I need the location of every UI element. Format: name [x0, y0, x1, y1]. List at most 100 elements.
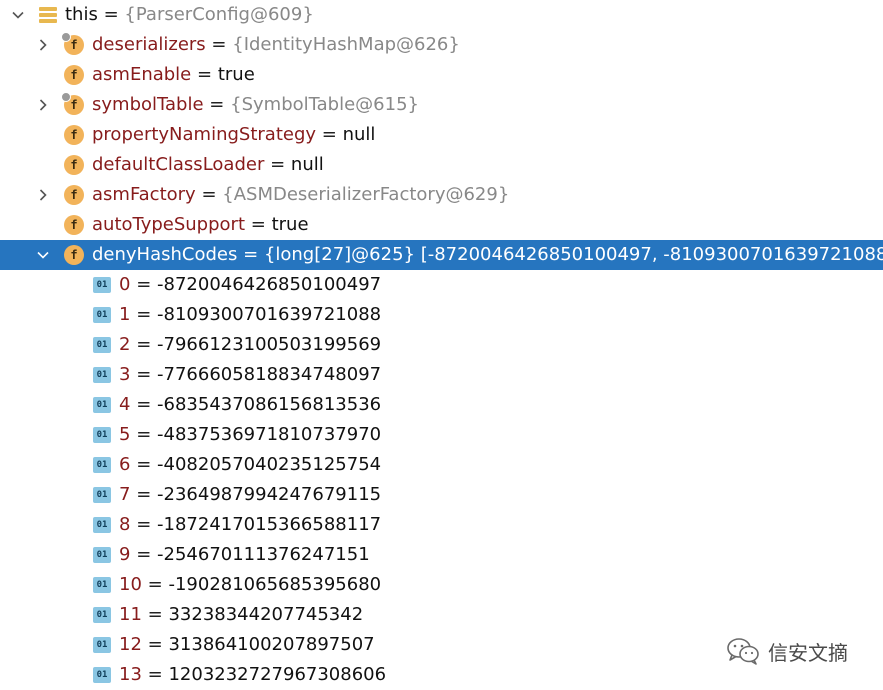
element-value: -8720046426850100497 [157, 274, 382, 295]
element-index: 3 [119, 364, 131, 385]
chevron-right-icon[interactable] [34, 180, 52, 210]
tree-row-root[interactable]: this = {ParserConfig@609} [0, 0, 883, 30]
field-value: true [217, 64, 255, 85]
primitive-icon: 01 [93, 517, 111, 533]
field-value: true [271, 214, 309, 235]
field-label: deserializers = {IdentityHashMap@626} [92, 30, 460, 60]
array-element-row[interactable]: 01 5 = -4837536971810737970 [0, 420, 883, 450]
element-value: 33238344207745342 [168, 604, 364, 625]
field-icon: f [64, 65, 84, 85]
field-equals: = [321, 124, 337, 145]
element-label: 11 = 33238344207745342 [119, 604, 364, 625]
debugger-variables-tree: this = {ParserConfig@609} f deserializer… [0, 0, 883, 690]
root-name: this [65, 4, 98, 25]
field-value: {long[27]@625} [-8720046426850100497, -8… [263, 244, 883, 265]
field-label: asmFactory = {ASMDeserializerFactory@629… [92, 180, 509, 210]
array-element-row[interactable]: 01 6 = -4082057040235125754 [0, 450, 883, 480]
element-index: 0 [119, 274, 131, 295]
element-index: 6 [119, 454, 131, 475]
primitive-icon: 01 [93, 337, 111, 353]
element-index: 4 [119, 394, 131, 415]
element-value: -1872417015366588117 [157, 514, 382, 535]
field-equals: = [243, 244, 259, 265]
field-name: symbolTable [92, 94, 204, 115]
tree-row-asmEnable[interactable]: f asmEnable = true [0, 60, 883, 90]
element-value: -4837536971810737970 [157, 424, 382, 445]
field-equals: = [270, 154, 286, 175]
chevron-right-icon[interactable] [34, 90, 52, 120]
field-name: propertyNamingStrategy [92, 124, 317, 145]
element-index: 1 [119, 304, 131, 325]
array-element-row[interactable]: 01 9 = -254670111376247151 [0, 540, 883, 570]
primitive-icon: 01 [93, 307, 111, 323]
chevron-right-icon[interactable] [34, 30, 52, 60]
field-label: propertyNamingStrategy = null [92, 120, 375, 150]
field-icon: f [61, 32, 84, 55]
field-name: defaultClassLoader [92, 154, 265, 175]
tree-row-asmFactory[interactable]: f asmFactory = {ASMDeserializerFactory@6… [0, 180, 883, 210]
tree-row-autoTypeSupport[interactable]: f autoTypeSupport = true [0, 210, 883, 240]
chevron-down-icon[interactable] [34, 240, 52, 270]
element-value: -254670111376247151 [157, 544, 370, 565]
element-index: 8 [119, 514, 131, 535]
watermark-text: 信安文摘 [768, 640, 848, 665]
array-element-row[interactable]: 01 7 = -2364987994247679115 [0, 480, 883, 510]
element-value: -7766605818834748097 [157, 364, 382, 385]
field-label: asmEnable = true [92, 60, 255, 90]
element-value: -6835437086156813536 [157, 394, 382, 415]
field-label: autoTypeSupport = true [92, 210, 309, 240]
element-index: 12 [119, 634, 142, 655]
element-label: 2 = -7966123100503199569 [119, 334, 382, 355]
element-label: 5 = -4837536971810737970 [119, 424, 382, 445]
array-element-row[interactable]: 01 11 = 33238344207745342 [0, 600, 883, 630]
field-icon: f [64, 155, 84, 175]
element-label: 6 = -4082057040235125754 [119, 454, 382, 475]
element-index: 9 [119, 544, 131, 565]
array-element-row[interactable]: 01 4 = -6835437086156813536 [0, 390, 883, 420]
field-equals: = [211, 34, 227, 55]
array-element-row[interactable]: 01 0 = -8720046426850100497 [0, 270, 883, 300]
field-name: denyHashCodes [92, 244, 238, 265]
element-value: -190281065685395680 [168, 574, 382, 595]
element-value: 1203232727967308606 [168, 664, 387, 685]
primitive-icon: 01 [93, 457, 111, 473]
field-equals: = [250, 214, 266, 235]
root-label: this = {ParserConfig@609} [65, 0, 314, 30]
element-label: 0 = -8720046426850100497 [119, 274, 382, 295]
field-name: asmEnable [92, 64, 192, 85]
element-label: 3 = -7766605818834748097 [119, 364, 382, 385]
element-label: 10 = -190281065685395680 [119, 574, 382, 595]
array-element-row[interactable]: 01 8 = -1872417015366588117 [0, 510, 883, 540]
array-element-row[interactable]: 01 1 = -8109300701639721088 [0, 300, 883, 330]
field-ref: {IdentityHashMap@626} [232, 34, 460, 55]
field-value: null [342, 124, 376, 145]
array-element-row[interactable]: 01 3 = -7766605818834748097 [0, 360, 883, 390]
chevron-down-icon[interactable] [9, 0, 27, 30]
primitive-icon: 01 [93, 667, 111, 683]
element-value: 313864100207897507 [168, 634, 375, 655]
element-index: 2 [119, 334, 131, 355]
array-element-row[interactable]: 01 2 = -7966123100503199569 [0, 330, 883, 360]
primitive-icon: 01 [93, 277, 111, 293]
tree-row-propertyNamingStrategy[interactable]: f propertyNamingStrategy = null [0, 120, 883, 150]
tree-row-deserializers[interactable]: f deserializers = {IdentityHashMap@626} [0, 30, 883, 60]
primitive-icon: 01 [93, 577, 111, 593]
element-index: 13 [119, 664, 142, 685]
field-label: defaultClassLoader = null [92, 150, 324, 180]
primitive-icon: 01 [93, 397, 111, 413]
primitive-icon: 01 [93, 547, 111, 563]
primitive-icon: 01 [93, 367, 111, 383]
tree-row-symbolTable[interactable]: f symbolTable = {SymbolTable@615} [0, 90, 883, 120]
watermark: 信安文摘 [726, 636, 848, 666]
object-stack-icon [39, 7, 57, 23]
tree-row-defaultClassLoader[interactable]: f defaultClassLoader = null [0, 150, 883, 180]
tree-row-denyHashCodes[interactable]: f denyHashCodes = {long[27]@625} [-87200… [0, 240, 883, 270]
element-value: -2364987994247679115 [157, 484, 382, 505]
element-index: 7 [119, 484, 131, 505]
array-element-row[interactable]: 01 10 = -190281065685395680 [0, 570, 883, 600]
element-index: 11 [119, 604, 142, 625]
field-icon: f [61, 92, 84, 115]
primitive-icon: 01 [93, 607, 111, 623]
element-value: -4082057040235125754 [157, 454, 382, 475]
field-value: null [290, 154, 324, 175]
